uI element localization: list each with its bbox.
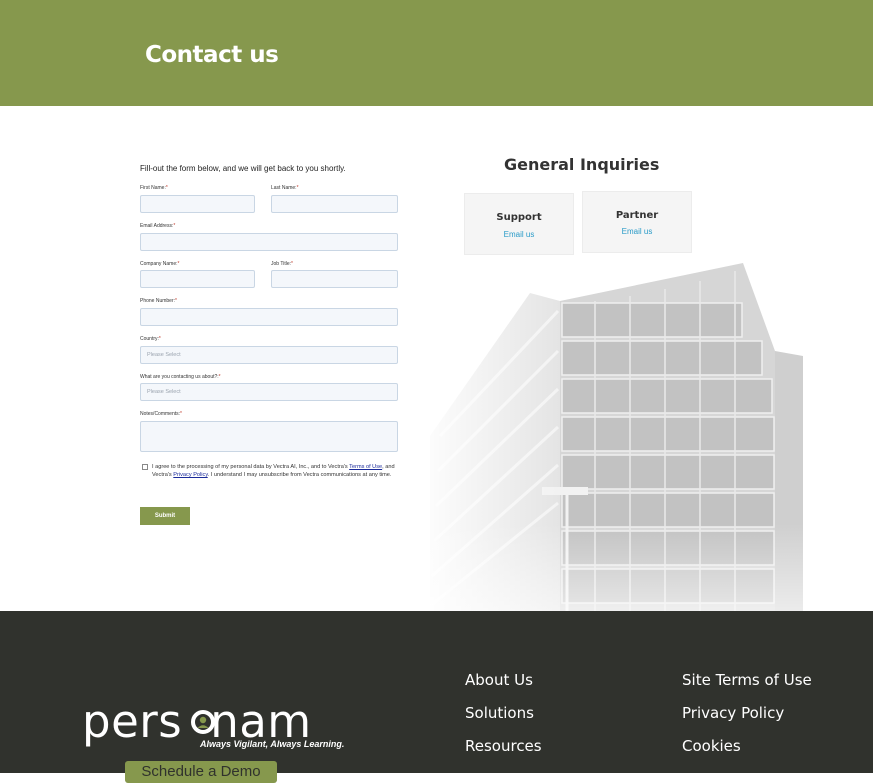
logo-ring-icon — [191, 710, 215, 734]
topic-select[interactable]: Please Select — [140, 383, 398, 401]
page-header-banner: Contact us — [0, 0, 873, 106]
last-name-label: Last Name:* — [271, 185, 299, 191]
support-title: Support — [496, 212, 542, 223]
job-title-label: Job Title:* — [271, 261, 293, 267]
contact-section: Fill-out the form below, and we will get… — [0, 106, 873, 611]
footer-link-privacy[interactable]: Privacy Policy — [682, 704, 784, 722]
notes-field[interactable] — [140, 421, 398, 452]
logo-tagline: Always Vigilant, Always Learning. — [200, 739, 345, 749]
support-card: Support Email us — [464, 193, 574, 255]
footer-link-about[interactable]: About Us — [465, 671, 533, 689]
form-intro: Fill-out the form below, and we will get… — [140, 164, 346, 173]
privacy-policy-link[interactable]: Privacy Policy — [173, 472, 207, 478]
consent-text: I agree to the processing of my personal… — [152, 464, 395, 478]
first-name-label: First Name:* — [140, 185, 168, 191]
email-label: Email Address:* — [140, 223, 176, 229]
company-label: Company Name:* — [140, 261, 180, 267]
company-field[interactable] — [140, 270, 255, 288]
partner-card: Partner Email us — [582, 191, 692, 253]
phone-field[interactable] — [140, 308, 398, 326]
page-title: Contact us — [145, 42, 279, 68]
schedule-demo-button[interactable]: Schedule a Demo — [125, 761, 277, 783]
notes-label: Notes/Comments:* — [140, 411, 182, 417]
support-email-link[interactable]: Email us — [465, 230, 573, 239]
topic-label: What are you contacting us about?:* — [140, 374, 221, 380]
site-footer: pers nam Always Vigilant, Always Learning… — [0, 611, 873, 783]
submit-button[interactable]: Submit — [140, 507, 190, 525]
footer-link-cookies[interactable]: Cookies — [682, 737, 741, 755]
terms-of-use-link[interactable]: Terms of Use — [349, 464, 382, 470]
footer-link-resources[interactable]: Resources — [465, 737, 542, 755]
country-select[interactable]: Please Select — [140, 346, 398, 364]
job-title-field[interactable] — [271, 270, 398, 288]
first-name-field[interactable] — [140, 195, 255, 213]
email-field[interactable] — [140, 233, 398, 251]
phone-label: Phone Number:* — [140, 298, 177, 304]
footer-link-site-terms[interactable]: Site Terms of Use — [682, 671, 812, 689]
partner-email-link[interactable]: Email us — [583, 227, 691, 236]
last-name-field[interactable] — [271, 195, 398, 213]
partner-title: Partner — [615, 210, 659, 221]
country-label: Country:* — [140, 336, 161, 342]
office-building-image — [430, 261, 805, 611]
general-inquiries-title: General Inquiries — [504, 155, 660, 174]
consent-checkbox[interactable] — [142, 464, 148, 470]
footer-link-solutions[interactable]: Solutions — [465, 704, 534, 722]
